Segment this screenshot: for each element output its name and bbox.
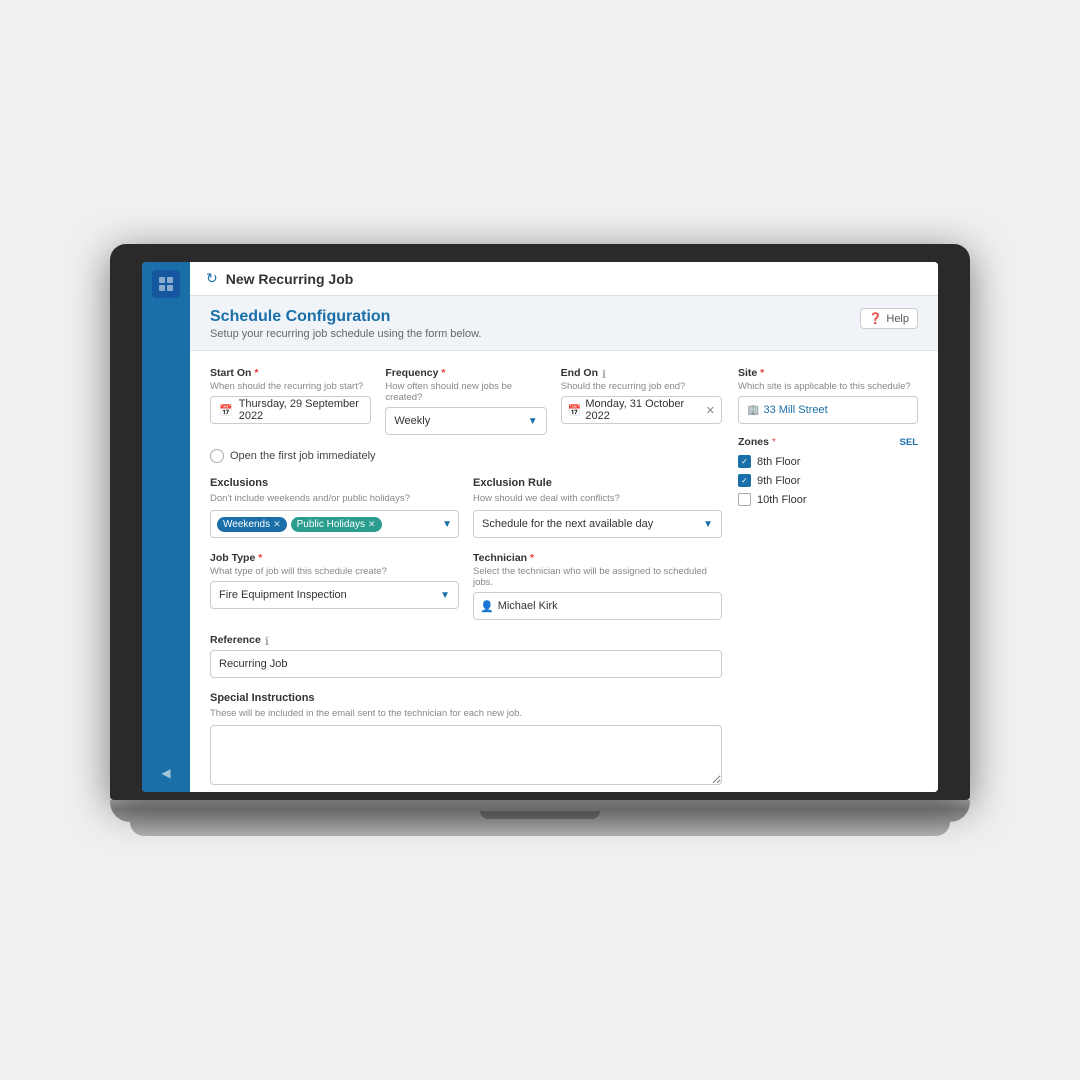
start-on-input[interactable]: 📅 Thursday, 29 September 2022: [210, 396, 371, 424]
laptop-notch: [480, 811, 600, 819]
zones-select-all-button[interactable]: SEL: [900, 437, 918, 448]
start-on-value: Thursday, 29 September 2022: [239, 398, 363, 422]
public-holidays-tag[interactable]: Public Holidays ✕: [291, 517, 382, 532]
job-type-arrow-icon: ▼: [440, 590, 450, 601]
zone-checkbox-10th[interactable]: ✓: [738, 493, 751, 506]
end-on-calendar-icon: 📅: [568, 404, 582, 417]
zone-check-9th: ✓: [741, 476, 748, 485]
end-on-hint: Should the recurring job end?: [561, 381, 722, 392]
person-icon: 👤: [480, 600, 494, 613]
open-first-job-row: Open the first job immediately: [210, 449, 722, 463]
help-icon: ❓: [869, 312, 883, 325]
page-title: New Recurring Job: [226, 271, 354, 287]
top-header: ↻ New Recurring Job: [190, 262, 938, 296]
recurring-job-icon: ↻: [206, 270, 218, 287]
zone-name-8th: 8th Floor: [757, 456, 800, 468]
laptop-bottom: [130, 822, 950, 836]
reference-info-icon[interactable]: ℹ: [265, 635, 269, 648]
site-name: 33 Mill Street: [763, 404, 827, 416]
frequency-hint: How often should new jobs be created?: [385, 381, 546, 403]
job-type-value: Fire Equipment Inspection: [219, 589, 347, 601]
frequency-arrow-icon: ▼: [528, 416, 538, 427]
sidebar-collapse-btn[interactable]: ◀: [161, 764, 170, 780]
zones-list: ✓ 8th Floor ✓ 9th Floor: [738, 452, 918, 509]
open-first-job-radio[interactable]: [210, 449, 224, 463]
exclusion-rule-group: Exclusion Rule How should we deal with c…: [473, 477, 722, 538]
reference-input[interactable]: [210, 650, 722, 678]
end-on-info-icon[interactable]: ℹ: [602, 368, 606, 381]
reference-label: Reference: [210, 634, 261, 646]
reference-group: Reference ℹ: [210, 634, 722, 678]
zones-header: Zones * SEL: [738, 436, 918, 448]
weekends-tag-label: Weekends: [223, 519, 270, 530]
exclusion-rule-arrow-icon: ▼: [703, 519, 713, 530]
weekends-tag-close[interactable]: ✕: [273, 519, 281, 530]
sidebar-logo: [152, 270, 180, 298]
exclusions-group: Exclusions Don't include weekends and/or…: [210, 477, 459, 538]
zone-name-10th: 10th Floor: [757, 494, 807, 506]
technician-label: Technician *: [473, 552, 722, 564]
site-hint: Which site is applicable to this schedul…: [738, 381, 918, 392]
job-type-group: Job Type * What type of job will this sc…: [210, 552, 459, 609]
open-first-job-label: Open the first job immediately: [230, 450, 376, 462]
sidebar: ◀: [142, 262, 190, 792]
zone-item-8th[interactable]: ✓ 8th Floor: [738, 452, 918, 471]
special-instructions-hint: These will be included in the email sent…: [210, 708, 722, 719]
public-holidays-tag-close[interactable]: ✕: [368, 519, 376, 530]
zone-item-9th[interactable]: ✓ 9th Floor: [738, 471, 918, 490]
technician-group: Technician * Select the technician who w…: [473, 552, 722, 620]
zone-check-8th: ✓: [741, 457, 748, 466]
frequency-value: Weekly: [394, 415, 430, 427]
config-subtitle: Setup your recurring job schedule using …: [210, 328, 482, 340]
site-value[interactable]: 🏢 33 Mill Street: [738, 396, 918, 424]
exclusion-rule-label: Exclusion Rule: [473, 477, 722, 489]
building-icon: 🏢: [747, 405, 759, 416]
config-title: Schedule Configuration: [210, 308, 482, 326]
special-instructions-label: Special Instructions: [210, 692, 722, 704]
reference-row: Reference ℹ: [210, 634, 722, 678]
site-label: Site *: [738, 367, 918, 379]
exclusions-dropdown-arrow[interactable]: ▼: [442, 519, 452, 530]
exclusion-rule-select[interactable]: Schedule for the next available day ▼: [473, 510, 722, 538]
exclusions-input[interactable]: Weekends ✕ Public Holidays ✕ ▼: [210, 510, 459, 538]
frequency-group: Frequency * How often should new jobs be…: [385, 367, 546, 435]
exclusion-rule-hint: How should we deal with conflicts?: [473, 493, 722, 504]
special-instructions-textarea[interactable]: [210, 725, 722, 785]
zone-checkbox-9th[interactable]: ✓: [738, 474, 751, 487]
start-on-group: Start On * When should the recurring job…: [210, 367, 371, 424]
end-on-group: End On ℹ Should the recurring job end? 📅…: [561, 367, 722, 424]
frequency-select[interactable]: Weekly ▼: [385, 407, 546, 435]
technician-input[interactable]: 👤 Michael Kirk: [473, 592, 722, 620]
site-section: Site * Which site is applicable to this …: [738, 367, 918, 424]
end-on-clear-button[interactable]: ✕: [706, 404, 715, 417]
job-type-hint: What type of job will this schedule crea…: [210, 566, 459, 577]
zone-item-10th[interactable]: ✓ 10th Floor: [738, 490, 918, 509]
exclusion-rule-value: Schedule for the next available day: [482, 518, 653, 530]
calendar-icon: 📅: [219, 404, 233, 417]
start-on-hint: When should the recurring job start?: [210, 381, 371, 392]
zones-label: Zones: [738, 436, 769, 448]
technician-hint: Select the technician who will be assign…: [473, 566, 722, 588]
zone-name-9th: 9th Floor: [757, 475, 800, 487]
job-type-select[interactable]: Fire Equipment Inspection ▼: [210, 581, 459, 609]
exclusions-hint: Don't include weekends and/or public hol…: [210, 493, 459, 504]
end-on-label: End On: [561, 367, 598, 379]
end-on-input[interactable]: 📅 Monday, 31 October 2022 ✕: [561, 396, 722, 424]
exclusions-label: Exclusions: [210, 477, 459, 489]
technician-value: Michael Kirk: [498, 600, 715, 612]
start-on-label: Start On *: [210, 367, 371, 379]
zone-checkbox-8th[interactable]: ✓: [738, 455, 751, 468]
public-holidays-tag-label: Public Holidays: [297, 519, 365, 530]
help-button[interactable]: ❓ Help: [860, 308, 918, 329]
frequency-label: Frequency *: [385, 367, 546, 379]
weekends-tag[interactable]: Weekends ✕: [217, 517, 287, 532]
job-type-label: Job Type *: [210, 552, 459, 564]
special-instructions-group: Special Instructions These will be inclu…: [210, 692, 722, 788]
end-on-value: Monday, 31 October 2022: [585, 398, 701, 422]
